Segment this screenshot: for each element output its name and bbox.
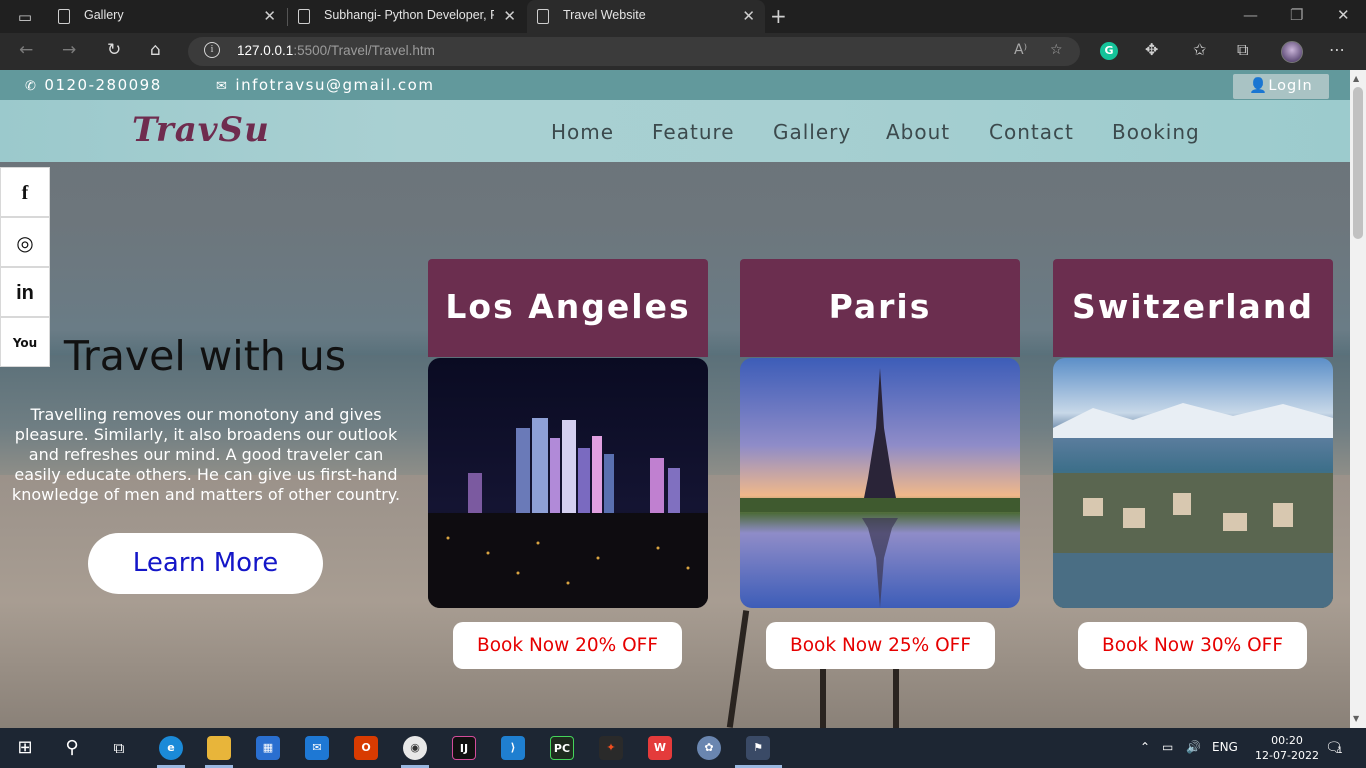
close-window-icon[interactable]: ✕ [1337, 6, 1350, 24]
windows-start-icon[interactable]: ⊞ [12, 736, 38, 760]
notification-count: 1 [1337, 746, 1343, 756]
restore-icon[interactable]: ❐ [1290, 6, 1303, 24]
card-title-paris: Paris [740, 259, 1020, 357]
scroll-down-icon[interactable]: ▼ [1353, 714, 1359, 723]
url-text[interactable]: 127.0.0.1:5500/Travel/Travel.htm [237, 43, 435, 58]
search-icon[interactable]: ⚲ [59, 736, 85, 760]
phone-contact[interactable]: ✆ 0120-280098 [25, 76, 162, 94]
email-address: infotravsu@gmail.com [235, 76, 435, 94]
tab-title: Subhangi- Python Developer, Fro [324, 8, 494, 22]
tab-title: Travel Website [563, 8, 646, 22]
profile-avatar[interactable] [1281, 41, 1303, 63]
tab-title: Gallery [84, 8, 124, 22]
close-icon[interactable]: ✕ [263, 7, 276, 25]
favorites-icon[interactable]: ✩ [1193, 40, 1206, 59]
info-icon[interactable]: i [204, 42, 220, 58]
more-icon[interactable]: ⋯ [1329, 40, 1345, 59]
login-button[interactable]: 👤LogIn [1233, 74, 1329, 99]
battery-icon[interactable]: ▭ [1162, 740, 1173, 754]
tab-actions-icon[interactable]: ▭ [8, 6, 42, 28]
hero-title: Travel with us [63, 332, 347, 380]
vscode-icon[interactable]: ⟩ [501, 736, 525, 760]
git-app-icon[interactable]: ⚑ [746, 736, 770, 760]
browser-tab-bar: ▭ Gallery ✕ Subhangi- Python Developer, … [0, 0, 1366, 33]
grammarly-icon[interactable]: G [1100, 42, 1118, 60]
scrollbar-thumb[interactable] [1353, 87, 1363, 239]
forward-icon[interactable]: → [62, 40, 76, 60]
app-icon[interactable]: ✿ [697, 736, 721, 760]
minimize-icon[interactable]: — [1243, 6, 1258, 24]
page-icon [537, 9, 549, 24]
site-logo[interactable]: TravSu [132, 110, 270, 150]
book-now-los-angeles-button[interactable]: Book Now 20% OFF [453, 622, 682, 669]
clock-time: 00:20 [1271, 734, 1303, 747]
refresh-icon[interactable]: ↻ [107, 40, 121, 60]
card-title-los-angeles: Los Angeles [428, 259, 708, 357]
read-aloud-icon[interactable]: A⁾ [1014, 42, 1027, 58]
hero-description: Travelling removes our monotony and give… [11, 405, 401, 504]
task-view-icon[interactable]: ⧉ [106, 736, 132, 760]
mail-icon[interactable]: ✉ [305, 736, 329, 760]
collections-icon[interactable]: ⧉ [1237, 40, 1248, 60]
tab-subhangi[interactable]: Subhangi- Python Developer, Fro ✕ [288, 0, 526, 33]
top-info-bar: ✆ 0120-280098 ✉ infotravsu@gmail.com 👤LogI… [0, 70, 1350, 100]
card-title-switzerland: Switzerland [1053, 259, 1333, 357]
add-favorite-icon[interactable]: ☆ [1050, 42, 1063, 58]
windows-taskbar: ⊞ ⚲ ⧉ e ▦ ✉ O ◉ IJ ⟩ PC ✦ W ✿ ⚑ ⌃ ▭ 🔊 EN… [0, 728, 1366, 768]
address-bar: ← → ↻ ⌂ i 127.0.0.1:5500/Travel/Travel.h… [0, 33, 1366, 70]
file-explorer-icon[interactable] [207, 736, 231, 760]
nav-gallery[interactable]: Gallery [773, 120, 851, 144]
paris-image [740, 358, 1020, 608]
nav-home[interactable]: Home [551, 120, 614, 144]
volume-icon[interactable]: 🔊 [1186, 740, 1201, 754]
new-tab-icon[interactable]: + [770, 4, 787, 28]
intellij-icon[interactable]: IJ [452, 736, 476, 760]
close-icon[interactable]: ✕ [503, 7, 516, 25]
facebook-icon[interactable]: f [0, 167, 50, 217]
clock-date: 12-07-2022 [1255, 749, 1319, 762]
figma-icon[interactable]: ✦ [599, 736, 623, 760]
edge-icon[interactable]: e [159, 736, 183, 760]
los-angeles-image [428, 358, 708, 608]
tab-travel-website[interactable]: Travel Website ✕ [527, 0, 765, 33]
clock[interactable]: 00:20 12-07-2022 [1254, 733, 1320, 763]
nav-booking[interactable]: Booking [1112, 120, 1200, 144]
microsoft-store-icon[interactable]: ▦ [256, 736, 280, 760]
tab-gallery[interactable]: Gallery ✕ [48, 0, 286, 33]
nav-contact[interactable]: Contact [989, 120, 1074, 144]
page-icon [298, 9, 310, 24]
office-icon[interactable]: O [354, 736, 378, 760]
pycharm-icon[interactable]: PC [550, 736, 574, 760]
nav-feature[interactable]: Feature [652, 120, 735, 144]
instagram-icon[interactable]: ◎ [0, 217, 50, 267]
home-icon[interactable]: ⌂ [150, 40, 161, 60]
wps-office-icon[interactable]: W [648, 736, 672, 760]
nav-about[interactable]: About [886, 120, 950, 144]
chrome-icon[interactable]: ◉ [403, 736, 427, 760]
site-header: TravSu Home Feature Gallery About Contac… [0, 100, 1350, 162]
phone-icon: ✆ [25, 79, 38, 94]
scroll-up-icon[interactable]: ▲ [1353, 74, 1359, 83]
url-field[interactable]: i 127.0.0.1:5500/Travel/Travel.htm A⁾ ☆ [188, 37, 1080, 66]
envelope-icon: ✉ [216, 79, 229, 94]
extensions-icon[interactable]: ✥ [1145, 40, 1158, 59]
book-now-paris-button[interactable]: Book Now 25% OFF [766, 622, 995, 669]
page-icon [58, 9, 70, 24]
close-icon[interactable]: ✕ [742, 7, 755, 25]
language-indicator[interactable]: ENG [1212, 740, 1238, 754]
back-icon[interactable]: ← [19, 40, 33, 60]
web-page: ✆ 0120-280098 ✉ infotravsu@gmail.com 👤LogI… [0, 70, 1350, 728]
phone-number: 0120-280098 [44, 76, 162, 94]
email-contact[interactable]: ✉ infotravsu@gmail.com [216, 76, 434, 94]
learn-more-button[interactable]: Learn More [88, 533, 323, 594]
book-now-switzerland-button[interactable]: Book Now 30% OFF [1078, 622, 1307, 669]
login-label: LogIn [1268, 78, 1313, 94]
switzerland-image [1053, 358, 1333, 608]
user-icon: 👤 [1249, 78, 1269, 94]
show-hidden-icons-icon[interactable]: ⌃ [1140, 740, 1150, 754]
linkedin-icon[interactable]: in [0, 267, 50, 317]
